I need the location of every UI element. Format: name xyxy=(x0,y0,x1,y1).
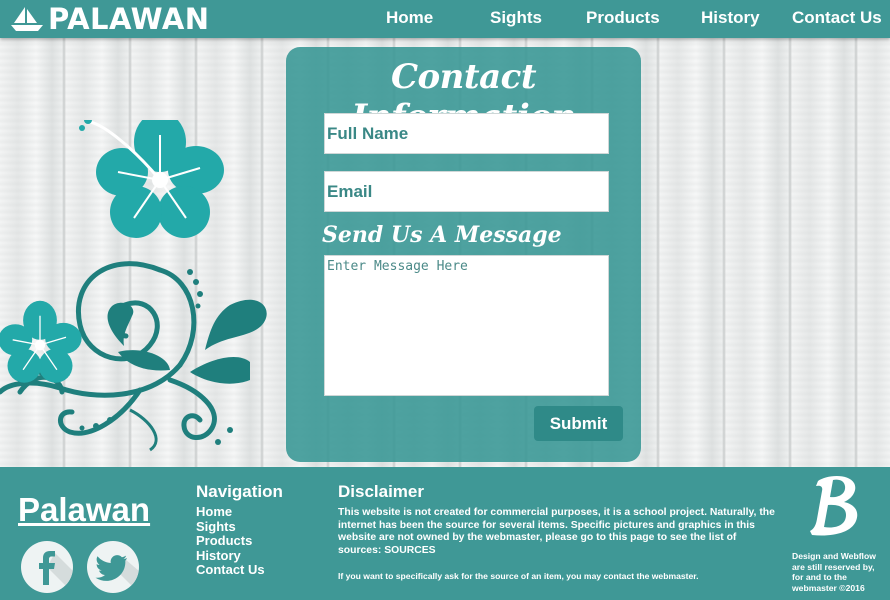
footer-nav-sights[interactable]: Sights xyxy=(196,519,265,535)
nav-home[interactable]: Home xyxy=(386,8,433,28)
full-name-input[interactable] xyxy=(324,113,609,154)
footer-nav-list: Home Sights Products History Contact Us xyxy=(196,504,265,578)
footer-nav-products[interactable]: Products xyxy=(196,533,265,549)
footer-navigation-title: Navigation xyxy=(196,482,283,501)
facebook-button[interactable] xyxy=(21,541,73,593)
brand-name: PALAWAN xyxy=(48,2,210,36)
footer: Palawan Navigation Home Sights Products … xyxy=(0,467,890,600)
disclaimer-note: If you want to specifically ask for the … xyxy=(338,571,699,581)
top-navbar: PALAWAN Home Sights Products History Con… xyxy=(0,0,890,38)
email-input[interactable] xyxy=(324,171,609,212)
message-label: Send Us A Message xyxy=(322,222,562,248)
site-logo[interactable]: PALAWAN xyxy=(10,2,210,36)
footer-brand[interactable]: Palawan xyxy=(18,491,150,529)
bootstrap-b-logo xyxy=(810,476,858,536)
credit-text: Design and Webflow are still reserved by… xyxy=(792,551,876,593)
nav-contact-us[interactable]: Contact Us xyxy=(792,8,882,28)
submit-button[interactable]: Submit xyxy=(534,406,623,441)
message-textarea[interactable] xyxy=(324,255,609,396)
footer-nav-home[interactable]: Home xyxy=(196,504,265,520)
disclaimer-title: Disclaimer xyxy=(338,482,424,501)
nav-history[interactable]: History xyxy=(701,8,760,28)
twitter-icon xyxy=(95,555,139,593)
disclaimer-text: This website is not created for commerci… xyxy=(338,507,775,556)
contact-form-card: Contact Information Send Us A Message Su… xyxy=(286,47,641,462)
footer-nav-contact-us[interactable]: Contact Us xyxy=(196,562,265,578)
nav-products[interactable]: Products xyxy=(586,8,660,28)
hibiscus-floral-decoration xyxy=(0,120,267,452)
boat-icon xyxy=(11,7,43,31)
footer-nav-history[interactable]: History xyxy=(196,548,265,564)
facebook-icon xyxy=(39,551,73,593)
nav-sights[interactable]: Sights xyxy=(490,8,542,28)
twitter-button[interactable] xyxy=(87,541,139,593)
